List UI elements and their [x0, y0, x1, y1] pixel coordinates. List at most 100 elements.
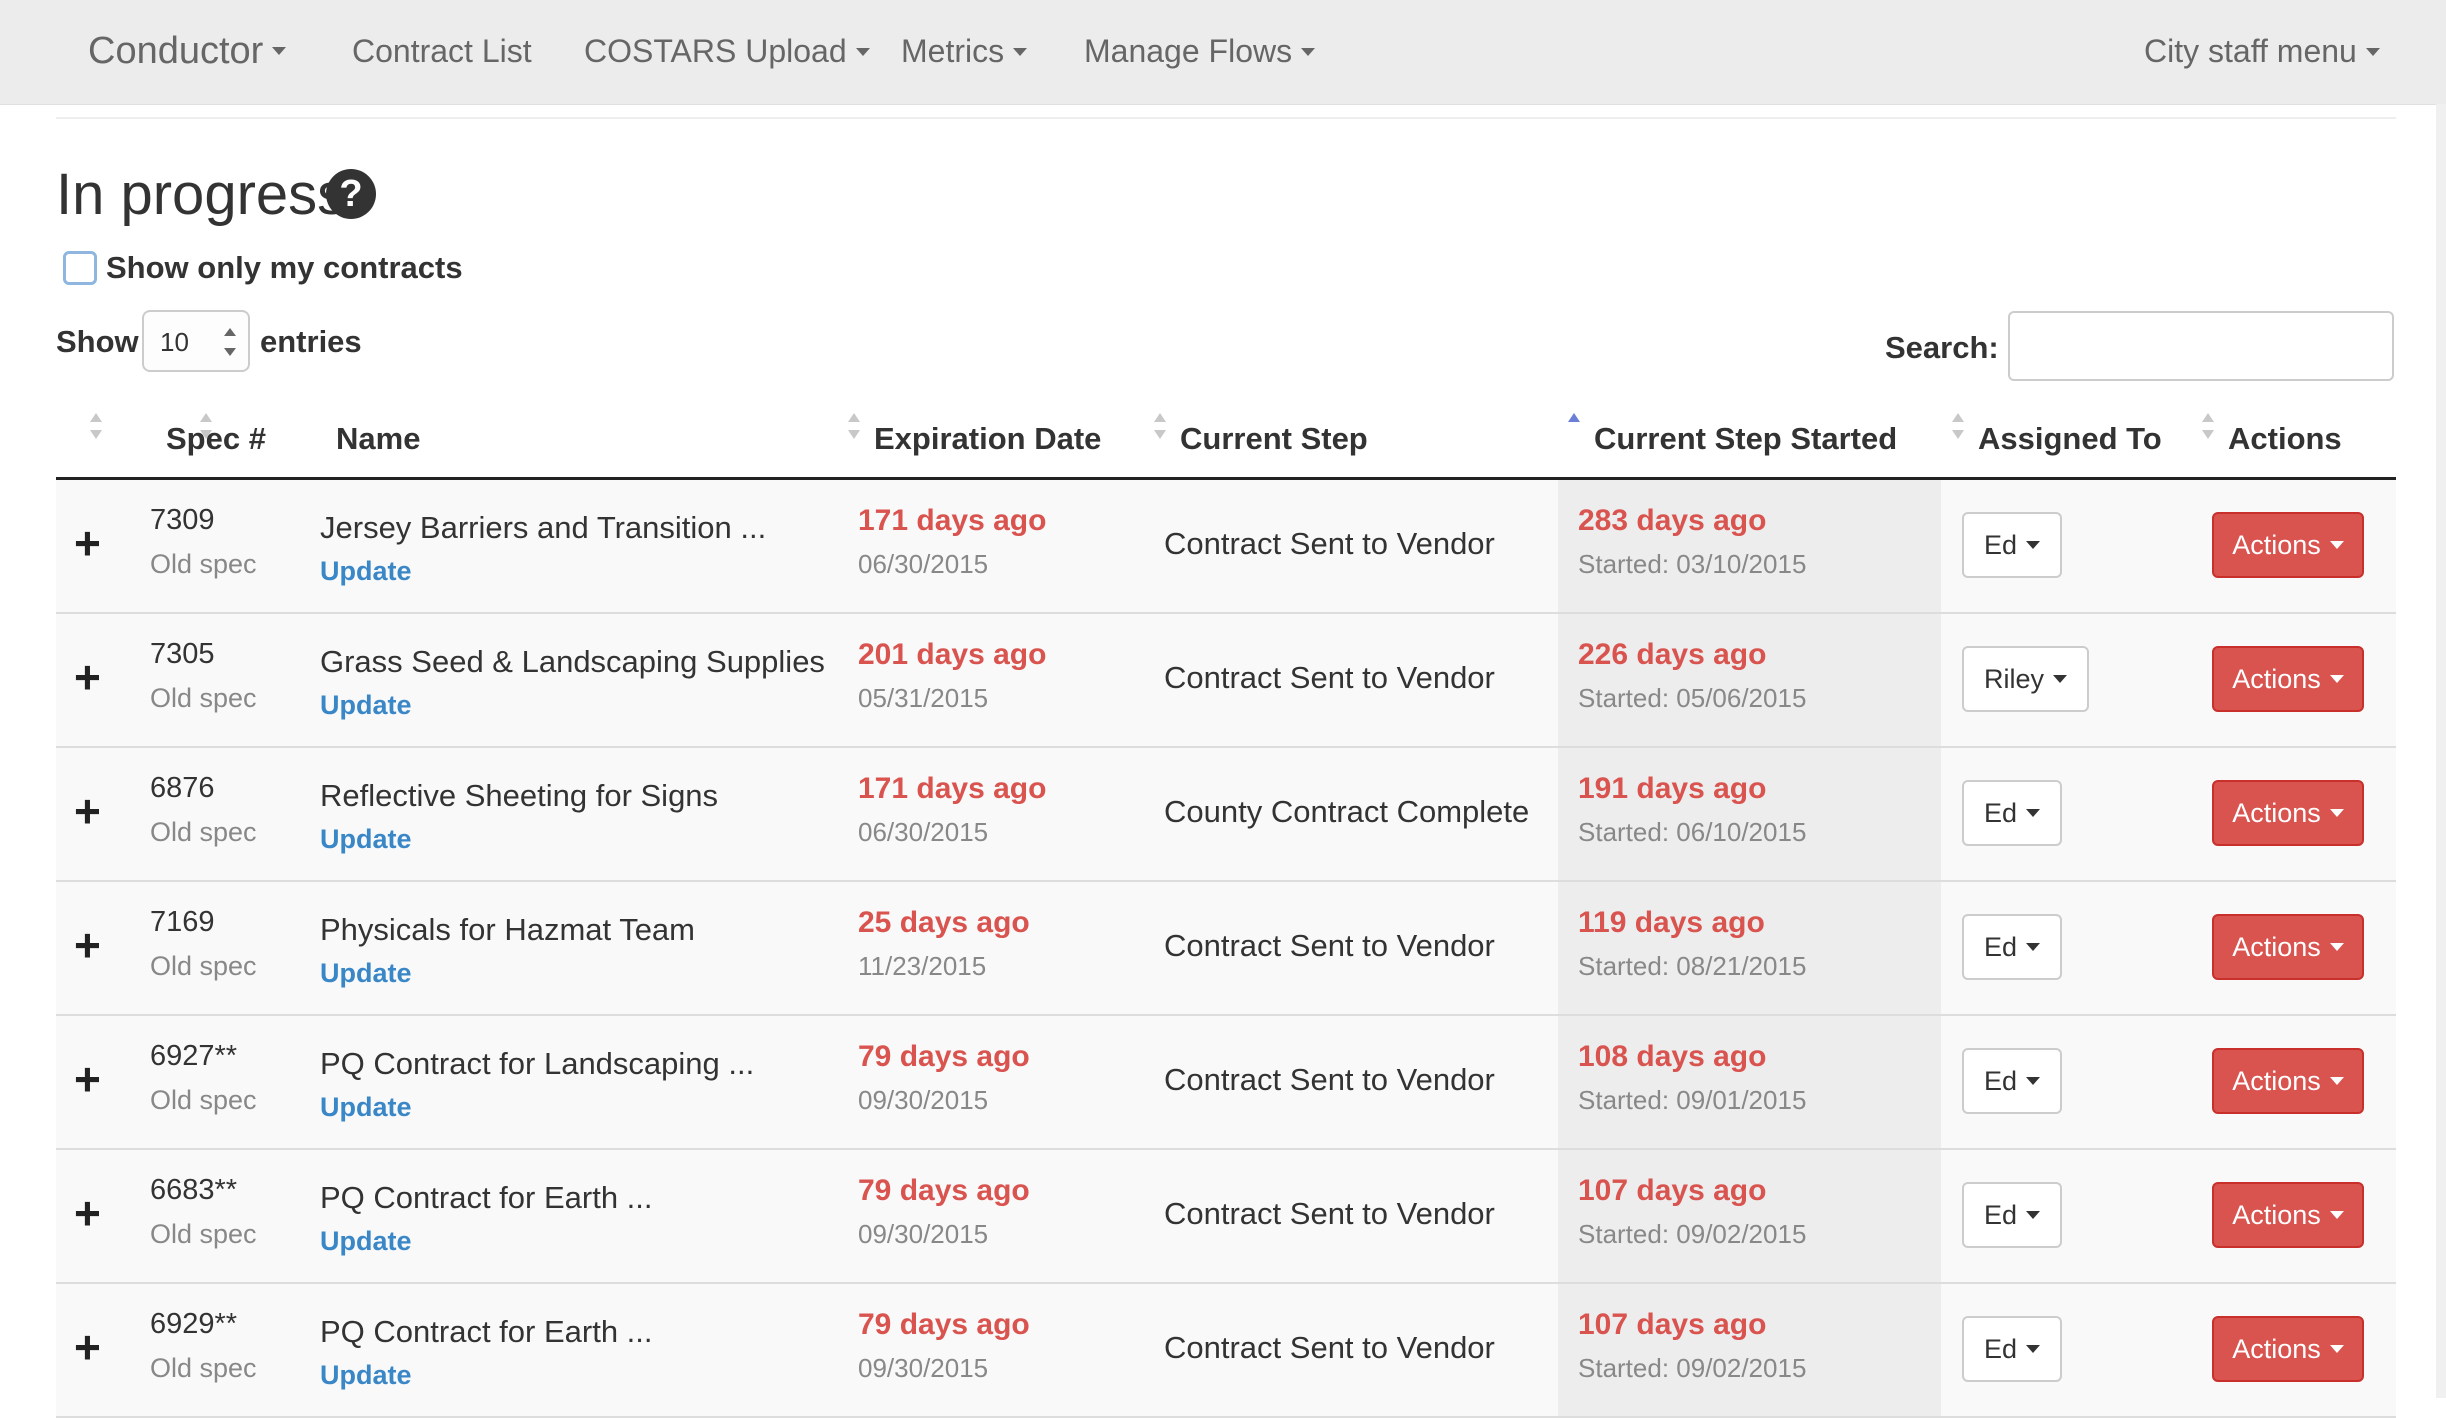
- actions-dropdown-button[interactable]: Actions: [2212, 914, 2364, 980]
- spec-type: Old spec: [150, 817, 257, 847]
- nav-costars-upload-dropdown[interactable]: COSTARS Upload: [584, 0, 870, 104]
- sort-icon: [2202, 413, 2214, 439]
- plus-icon[interactable]: +: [74, 922, 101, 968]
- chevron-down-icon: [2329, 1344, 2344, 1353]
- column-header-actions[interactable]: Actions: [2228, 419, 2342, 459]
- chevron-down-icon: [2329, 942, 2344, 951]
- sort-icon: [90, 413, 102, 439]
- nav-contract-list-link[interactable]: Contract List: [352, 0, 532, 104]
- plus-icon[interactable]: +: [74, 520, 101, 566]
- current-step: County Contract Complete: [1164, 794, 1530, 829]
- assigned-to-label: Ed: [1984, 1200, 2018, 1230]
- column-header-expiration-date[interactable]: Expiration Date: [874, 419, 1101, 459]
- column-header-assigned-to[interactable]: Assigned To: [1978, 419, 2162, 459]
- expiration-days-ago: 79 days ago: [858, 1174, 1030, 1207]
- actions-dropdown-button[interactable]: Actions: [2212, 512, 2364, 578]
- plus-icon[interactable]: +: [74, 788, 101, 834]
- assigned-to-dropdown[interactable]: Ed: [1962, 914, 2063, 980]
- show-only-my-contracts-label[interactable]: Show only my contracts: [106, 248, 463, 288]
- chevron-down-icon: [2026, 942, 2041, 951]
- nav-costars-upload-label: COSTARS Upload: [584, 33, 847, 69]
- search-label: Search:: [1885, 330, 1999, 365]
- nav-staff-menu-label: City staff menu: [2144, 33, 2357, 69]
- step-days-ago: 191 days ago: [1578, 772, 1767, 805]
- plus-icon[interactable]: +: [74, 1190, 101, 1236]
- plus-icon[interactable]: +: [74, 1056, 101, 1102]
- column-header-current-step-started[interactable]: Current Step Started: [1594, 419, 1897, 459]
- chevron-down-icon: [2329, 540, 2344, 549]
- update-link[interactable]: Update: [320, 688, 412, 722]
- current-step: Contract Sent to Vendor: [1164, 1196, 1495, 1231]
- sort-icon: [200, 413, 212, 439]
- step-started-date: Started: 03/10/2015: [1578, 549, 1807, 579]
- assigned-to-dropdown[interactable]: Ed: [1962, 780, 2063, 846]
- expiration-date: 09/30/2015: [858, 1353, 989, 1383]
- update-link[interactable]: Update: [320, 1224, 412, 1258]
- assigned-to-label: Ed: [1984, 798, 2018, 828]
- step-days-ago: 108 days ago: [1578, 1040, 1767, 1073]
- assigned-to-label: Riley: [1984, 664, 2045, 694]
- spec-number: 7305: [150, 638, 215, 670]
- sort-icon: [848, 413, 860, 439]
- question-circle-icon[interactable]: ?: [326, 169, 376, 219]
- current-step: Contract Sent to Vendor: [1164, 526, 1495, 561]
- chevron-down-icon: [2026, 1076, 2041, 1085]
- expiration-days-ago: 79 days ago: [858, 1308, 1030, 1341]
- current-step: Contract Sent to Vendor: [1164, 1062, 1495, 1097]
- expiration-date: 05/31/2015: [858, 683, 989, 713]
- nav-brand-dropdown[interactable]: Conductor: [88, 0, 287, 104]
- assigned-to-dropdown[interactable]: Ed: [1962, 1316, 2063, 1382]
- actions-dropdown-button[interactable]: Actions: [2212, 1182, 2364, 1248]
- column-header-current-step[interactable]: Current Step: [1180, 419, 1368, 459]
- show-label: Show: [56, 324, 139, 359]
- assigned-to-dropdown[interactable]: Ed: [1962, 1048, 2063, 1114]
- step-started-date: Started: 09/02/2015: [1578, 1353, 1807, 1383]
- entries-per-page-select[interactable]: 10: [142, 310, 250, 372]
- plus-icon[interactable]: +: [74, 1324, 101, 1370]
- spec-type: Old spec: [150, 549, 257, 579]
- spec-type: Old spec: [150, 1085, 257, 1115]
- actions-dropdown-button[interactable]: Actions: [2212, 780, 2364, 846]
- select-arrows-icon: [224, 328, 236, 356]
- show-only-my-contracts-checkbox[interactable]: [63, 251, 97, 285]
- update-link[interactable]: Update: [320, 822, 412, 856]
- sort-ascending-icon: [1568, 413, 1580, 439]
- nav-manage-flows-dropdown[interactable]: Manage Flows: [1084, 0, 1316, 104]
- current-step: Contract Sent to Vendor: [1164, 1330, 1495, 1365]
- update-link[interactable]: Update: [320, 956, 412, 990]
- column-header-spec[interactable]: Spec #: [166, 419, 266, 459]
- table-body: + 7309 Old spec Jersey Barriers and Tran…: [56, 480, 2396, 1418]
- nav-staff-menu-dropdown[interactable]: City staff menu: [2144, 0, 2380, 104]
- table-row: + 7305 Old spec Grass Seed & Landscaping…: [56, 614, 2396, 748]
- expiration-days-ago: 171 days ago: [858, 504, 1047, 537]
- search-input[interactable]: [2008, 311, 2394, 381]
- step-started-date: Started: 09/02/2015: [1578, 1219, 1807, 1249]
- contract-name: PQ Contract for Earth ...: [320, 1314, 653, 1349]
- actions-dropdown-button[interactable]: Actions: [2212, 1048, 2364, 1114]
- chevron-down-icon: [2365, 47, 2380, 56]
- current-step: Contract Sent to Vendor: [1164, 928, 1495, 963]
- actions-dropdown-button[interactable]: Actions: [2212, 1316, 2364, 1382]
- assigned-to-label: Ed: [1984, 530, 2018, 560]
- plus-icon[interactable]: +: [74, 654, 101, 700]
- step-started-date: Started: 09/01/2015: [1578, 1085, 1807, 1115]
- contract-name: Jersey Barriers and Transition ...: [320, 510, 767, 545]
- nav-metrics-dropdown[interactable]: Metrics: [901, 0, 1028, 104]
- table-header: Spec # Name Expiration Date Current Step…: [56, 405, 2396, 480]
- assigned-to-dropdown[interactable]: Ed: [1962, 1182, 2063, 1248]
- expiration-days-ago: 201 days ago: [858, 638, 1047, 671]
- column-header-name[interactable]: Name: [336, 419, 420, 459]
- update-link[interactable]: Update: [320, 554, 412, 588]
- update-link[interactable]: Update: [320, 1358, 412, 1392]
- update-link[interactable]: Update: [320, 1090, 412, 1124]
- spec-number: 7309: [150, 504, 215, 536]
- expiration-date: 09/30/2015: [858, 1219, 989, 1249]
- step-days-ago: 107 days ago: [1578, 1308, 1767, 1341]
- chevron-down-icon: [855, 47, 870, 56]
- expiration-days-ago: 171 days ago: [858, 772, 1047, 805]
- assigned-to-dropdown[interactable]: Ed: [1962, 512, 2063, 578]
- assigned-to-dropdown[interactable]: Riley: [1962, 646, 2090, 712]
- actions-dropdown-button[interactable]: Actions: [2212, 646, 2364, 712]
- nav-brand-label: Conductor: [88, 30, 264, 72]
- scrollbar-track[interactable]: [2436, 104, 2446, 1398]
